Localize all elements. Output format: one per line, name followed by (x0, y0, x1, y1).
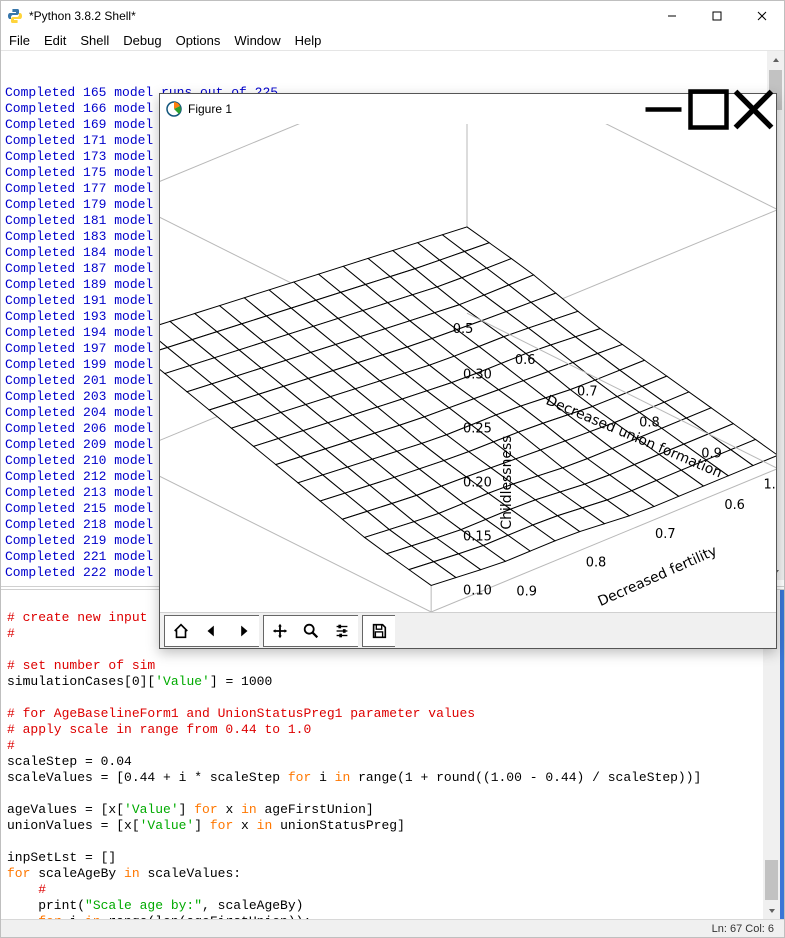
svg-text:Childlessness: Childlessness (499, 435, 515, 529)
svg-text:0.8: 0.8 (639, 415, 660, 430)
svg-text:Decreased fertility: Decreased fertility (596, 543, 720, 610)
figure-minimize-button[interactable] (641, 94, 686, 124)
scroll-track[interactable] (763, 607, 780, 902)
zoom-icon[interactable] (295, 616, 327, 646)
minimize-button[interactable] (649, 1, 694, 31)
home-icon[interactable] (165, 616, 197, 646)
forward-icon[interactable] (227, 616, 259, 646)
main-title: *Python 3.8.2 Shell* (29, 9, 649, 23)
python-icon (7, 8, 23, 24)
figure-maximize-button[interactable] (686, 94, 731, 124)
surface-plot: 0.50.60.70.80.91.00.50.60.70.80.91.00.10… (160, 124, 776, 612)
idle-main-window: *Python 3.8.2 Shell* File Edit Shell Deb… (0, 0, 785, 938)
menu-help[interactable]: Help (295, 33, 322, 48)
svg-text:0.25: 0.25 (463, 422, 492, 437)
svg-text:0.6: 0.6 (515, 353, 536, 368)
back-icon[interactable] (196, 616, 228, 646)
figure-canvas[interactable]: 0.50.60.70.80.91.00.50.60.70.80.91.00.10… (160, 124, 776, 612)
menu-shell[interactable]: Shell (80, 33, 109, 48)
menu-window[interactable]: Window (234, 33, 280, 48)
svg-text:0.7: 0.7 (577, 384, 598, 399)
scroll-up-icon[interactable] (767, 51, 784, 68)
svg-text:0.5: 0.5 (453, 322, 474, 337)
status-cursor-pos: Ln: 67 Col: 6 (712, 923, 774, 935)
svg-text:0.15: 0.15 (463, 529, 492, 544)
svg-text:0.6: 0.6 (724, 498, 745, 513)
main-titlebar: *Python 3.8.2 Shell* (1, 1, 784, 31)
menu-file[interactable]: File (9, 33, 30, 48)
figure-title: Figure 1 (188, 102, 641, 116)
svg-text:0.30: 0.30 (463, 368, 492, 383)
svg-text:0.7: 0.7 (655, 527, 676, 542)
main-menubar: File Edit Shell Debug Options Window Hel… (1, 31, 784, 51)
svg-text:0.10: 0.10 (463, 583, 492, 598)
svg-text:0.9: 0.9 (516, 584, 537, 599)
figure-toolbar (160, 612, 776, 648)
svg-text:0.20: 0.20 (463, 476, 492, 491)
svg-text:1.0: 1.0 (763, 478, 776, 493)
figure-window: Figure 1 0.50.60.70.80.91.00.50.60.70.80… (159, 93, 777, 649)
svg-text:0.8: 0.8 (586, 556, 607, 571)
configure-icon[interactable] (326, 616, 358, 646)
scroll-down-icon[interactable] (763, 902, 780, 919)
maximize-button[interactable] (694, 1, 739, 31)
save-icon[interactable] (363, 616, 395, 646)
scroll-thumb[interactable] (765, 860, 778, 900)
pan-icon[interactable] (264, 616, 296, 646)
status-bar: Ln: 67 Col: 6 (1, 919, 784, 937)
menu-debug[interactable]: Debug (123, 33, 161, 48)
menu-options[interactable]: Options (176, 33, 221, 48)
close-button[interactable] (739, 1, 784, 31)
matplotlib-icon (166, 101, 182, 117)
menu-edit[interactable]: Edit (44, 33, 66, 48)
figure-titlebar: Figure 1 (160, 94, 776, 124)
figure-close-button[interactable] (731, 94, 776, 124)
